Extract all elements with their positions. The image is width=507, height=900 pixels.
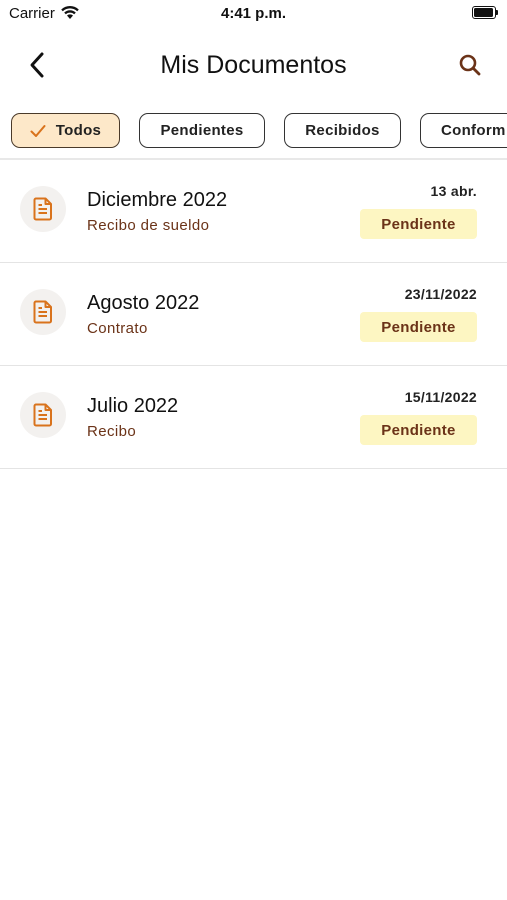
document-date: 13 abr. xyxy=(430,183,477,199)
status-badge: Pendiente xyxy=(360,415,477,445)
filter-chip-bar: Todos Pendientes Recibidos Conform xyxy=(11,113,507,150)
filter-chip-label: Conform xyxy=(441,122,506,139)
filter-chip-recibidos[interactable]: Recibidos xyxy=(284,113,401,148)
document-icon xyxy=(20,186,66,232)
document-type: Contrato xyxy=(87,320,148,337)
document-date: 15/11/2022 xyxy=(404,389,477,405)
list-item[interactable]: Diciembre 2022 Recibo de sueldo 13 abr. … xyxy=(0,160,507,263)
status-badge: Pendiente xyxy=(360,209,477,239)
document-title: Agosto 2022 xyxy=(87,292,200,314)
filter-chip-pendientes[interactable]: Pendientes xyxy=(139,113,265,148)
status-bar: Carrier 4:41 p.m. xyxy=(0,0,507,30)
status-time: 4:41 p.m. xyxy=(220,5,287,22)
filter-chip-label: Recibidos xyxy=(305,122,380,139)
filter-chip-conformados[interactable]: Conform xyxy=(420,113,507,148)
document-date: 23/11/2022 xyxy=(404,286,477,302)
document-title: Diciembre 2022 xyxy=(87,189,228,211)
filter-chip-todos[interactable]: Todos xyxy=(11,113,120,148)
search-icon xyxy=(459,54,481,76)
search-button[interactable] xyxy=(457,52,483,78)
list-item[interactable]: Agosto 2022 Contrato 23/11/2022 Pendient… xyxy=(0,263,507,366)
battery-icon xyxy=(472,6,498,19)
document-type: Recibo de sueldo xyxy=(87,217,210,234)
checkmark-icon xyxy=(30,124,46,138)
document-type: Recibo xyxy=(87,423,137,440)
navigation-bar: Mis Documentos xyxy=(0,40,507,90)
status-badge: Pendiente xyxy=(360,312,477,342)
page-title: Mis Documentos xyxy=(160,51,347,79)
filter-chip-label: Pendientes xyxy=(160,122,244,139)
list-item[interactable]: Julio 2022 Recibo 15/11/2022 Pendiente xyxy=(0,366,507,469)
document-icon xyxy=(20,289,66,335)
document-title: Julio 2022 xyxy=(87,395,179,417)
document-list: Diciembre 2022 Recibo de sueldo 13 abr. … xyxy=(0,160,507,469)
filter-chip-label: Todos xyxy=(55,122,102,139)
document-icon xyxy=(20,392,66,438)
